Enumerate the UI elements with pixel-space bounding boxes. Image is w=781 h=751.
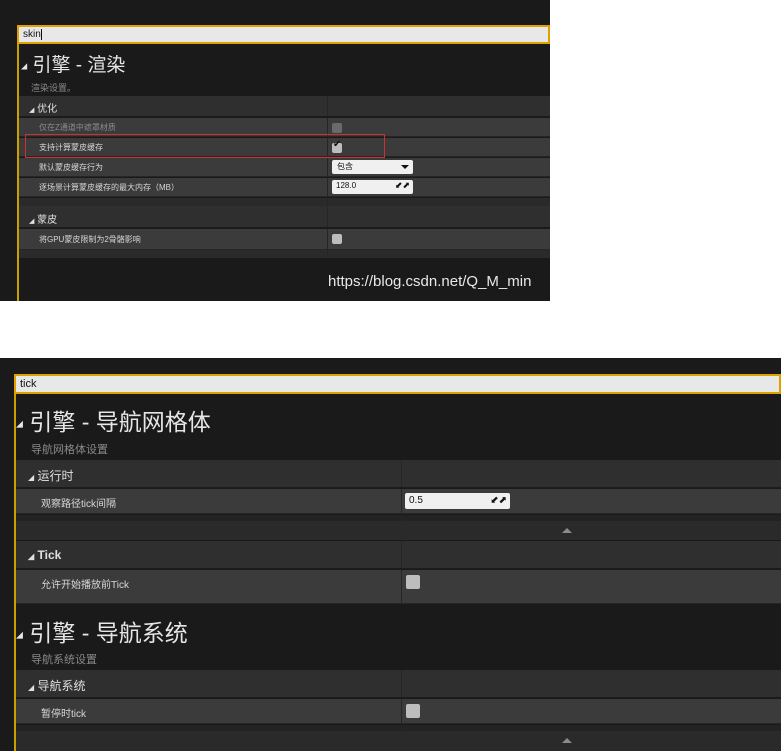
spin-arrows-icon[interactable]: ⬋⬈ — [490, 495, 507, 506]
limit-gpu-skin-checkbox[interactable] — [332, 234, 342, 244]
search-input[interactable]: skin — [17, 25, 550, 44]
section-title[interactable]: ◢ 引擎 - 导航网格体 — [16, 403, 211, 437]
category-label: 导航系统 — [37, 679, 86, 693]
category-header-navigation-system[interactable]: ◢ 导航系统 — [16, 670, 781, 698]
details-content: ◢ 引擎 - 渲染 渲染设置。 ◢ 优化 仅在Z通道中遮罩材质 支持计算蒙皮缓存… — [17, 44, 550, 301]
collapse-icon: ◢ — [29, 107, 35, 114]
masked-in-z-pass-checkbox[interactable] — [332, 123, 342, 133]
property-row: 将GPU蒙皮限制为2骨骼影响 — [19, 229, 550, 250]
column-splitter[interactable] — [327, 198, 328, 206]
column-splitter[interactable] — [401, 489, 402, 513]
column-splitter[interactable] — [327, 229, 328, 249]
column-splitter[interactable] — [401, 699, 402, 723]
spacer — [19, 198, 550, 206]
property-label: 逐场景计算蒙皮缓存的最大内存（MB） — [39, 183, 179, 192]
category-label: 优化 — [37, 104, 58, 115]
property-row: 观察路径tick间隔 0.5 ⬋⬈ — [16, 489, 781, 514]
column-splitter[interactable] — [401, 670, 402, 697]
property-label: 仅在Z通道中遮罩材质 — [39, 123, 116, 132]
property-label: 将GPU蒙皮限制为2骨骼影响 — [39, 235, 141, 244]
spacer — [19, 250, 550, 258]
category-header-skinning[interactable]: ◢ 蒙皮 — [19, 206, 550, 228]
input-value: 0.5 — [409, 495, 423, 506]
triangle-up-icon — [562, 738, 572, 743]
category-header-tick[interactable]: ◢ Tick — [16, 541, 781, 569]
watermark: https://blog.csdn.net/Q_M_min — [328, 273, 532, 290]
dropdown-value: 包含 — [337, 162, 353, 171]
advanced-expander[interactable] — [16, 731, 781, 751]
details-panel-render: skin ◢ 引擎 - 渲染 渲染设置。 ◢ 优化 仅在Z通道中遮罩材质 支持计… — [0, 0, 550, 301]
spin-arrows-icon[interactable]: ⬋⬈ — [395, 180, 410, 191]
skin-cache-behavior-dropdown[interactable]: 包含 — [332, 160, 413, 174]
property-row: 暂停时tick — [16, 699, 781, 724]
input-value: 128.0 — [336, 181, 357, 190]
allow-tick-before-begin-play-checkbox[interactable] — [406, 575, 420, 589]
collapse-icon: ◢ — [28, 473, 35, 482]
category-header-runtime[interactable]: ◢ 运行时 — [16, 460, 781, 488]
column-splitter[interactable] — [401, 570, 402, 603]
property-row: 逐场景计算蒙皮缓存的最大内存（MB） 128.0 ⬋⬈ — [19, 178, 550, 197]
highlight-box — [25, 134, 385, 158]
details-content: ◢ 引擎 - 导航网格体 导航网格体设置 ◢ 运行时 观察路径tick间隔 0.… — [14, 394, 781, 751]
property-label: 观察路径tick间隔 — [41, 499, 116, 510]
category-label: 蒙皮 — [37, 215, 58, 226]
property-row: 默认蒙皮缓存行为 包含 — [19, 158, 550, 177]
column-splitter[interactable] — [327, 250, 328, 258]
tick-while-paused-checkbox[interactable] — [406, 704, 420, 718]
section-title[interactable]: ◢ 引擎 - 渲染 — [21, 50, 125, 77]
collapse-icon: ◢ — [21, 61, 28, 71]
property-row: 允许开始播放前Tick — [16, 570, 781, 604]
search-value: skin — [23, 29, 41, 40]
column-splitter[interactable] — [401, 460, 402, 487]
category-label: Tick — [37, 548, 62, 562]
property-label: 暂停时tick — [41, 709, 86, 720]
observed-path-tick-interval-input[interactable]: 0.5 ⬋⬈ — [405, 493, 510, 509]
triangle-up-icon — [562, 528, 572, 533]
column-splitter[interactable] — [327, 96, 328, 116]
property-label: 默认蒙皮缓存行为 — [39, 163, 103, 172]
chevron-down-icon — [401, 165, 409, 169]
category-label: 运行时 — [37, 469, 74, 483]
column-splitter[interactable] — [327, 178, 328, 196]
text-caret — [40, 28, 42, 40]
advanced-expander[interactable] — [16, 521, 781, 540]
column-splitter[interactable] — [327, 206, 328, 227]
max-skin-cache-memory-input[interactable]: 128.0 ⬋⬈ — [332, 180, 413, 194]
category-header-optimization[interactable]: ◢ 优化 — [19, 96, 550, 117]
section-title[interactable]: ◢ 引擎 - 导航系统 — [16, 614, 188, 648]
collapse-icon: ◢ — [28, 683, 35, 692]
section-subtitle: 渲染设置。 — [31, 83, 77, 93]
search-input[interactable]: tick — [14, 374, 781, 394]
property-label: 允许开始播放前Tick — [41, 580, 129, 591]
collapse-icon: ◢ — [16, 629, 23, 640]
collapse-icon: ◢ — [16, 418, 23, 429]
column-splitter[interactable] — [327, 158, 328, 176]
section-subtitle: 导航网格体设置 — [31, 444, 108, 456]
collapse-icon: ◢ — [28, 552, 35, 561]
search-value: tick — [20, 378, 37, 390]
collapse-icon: ◢ — [29, 218, 35, 225]
details-panel-navigation: tick ◢ 引擎 - 导航网格体 导航网格体设置 ◢ 运行时 观察路径tick… — [0, 358, 781, 751]
column-splitter[interactable] — [401, 541, 402, 568]
section-subtitle: 导航系统设置 — [31, 654, 97, 666]
